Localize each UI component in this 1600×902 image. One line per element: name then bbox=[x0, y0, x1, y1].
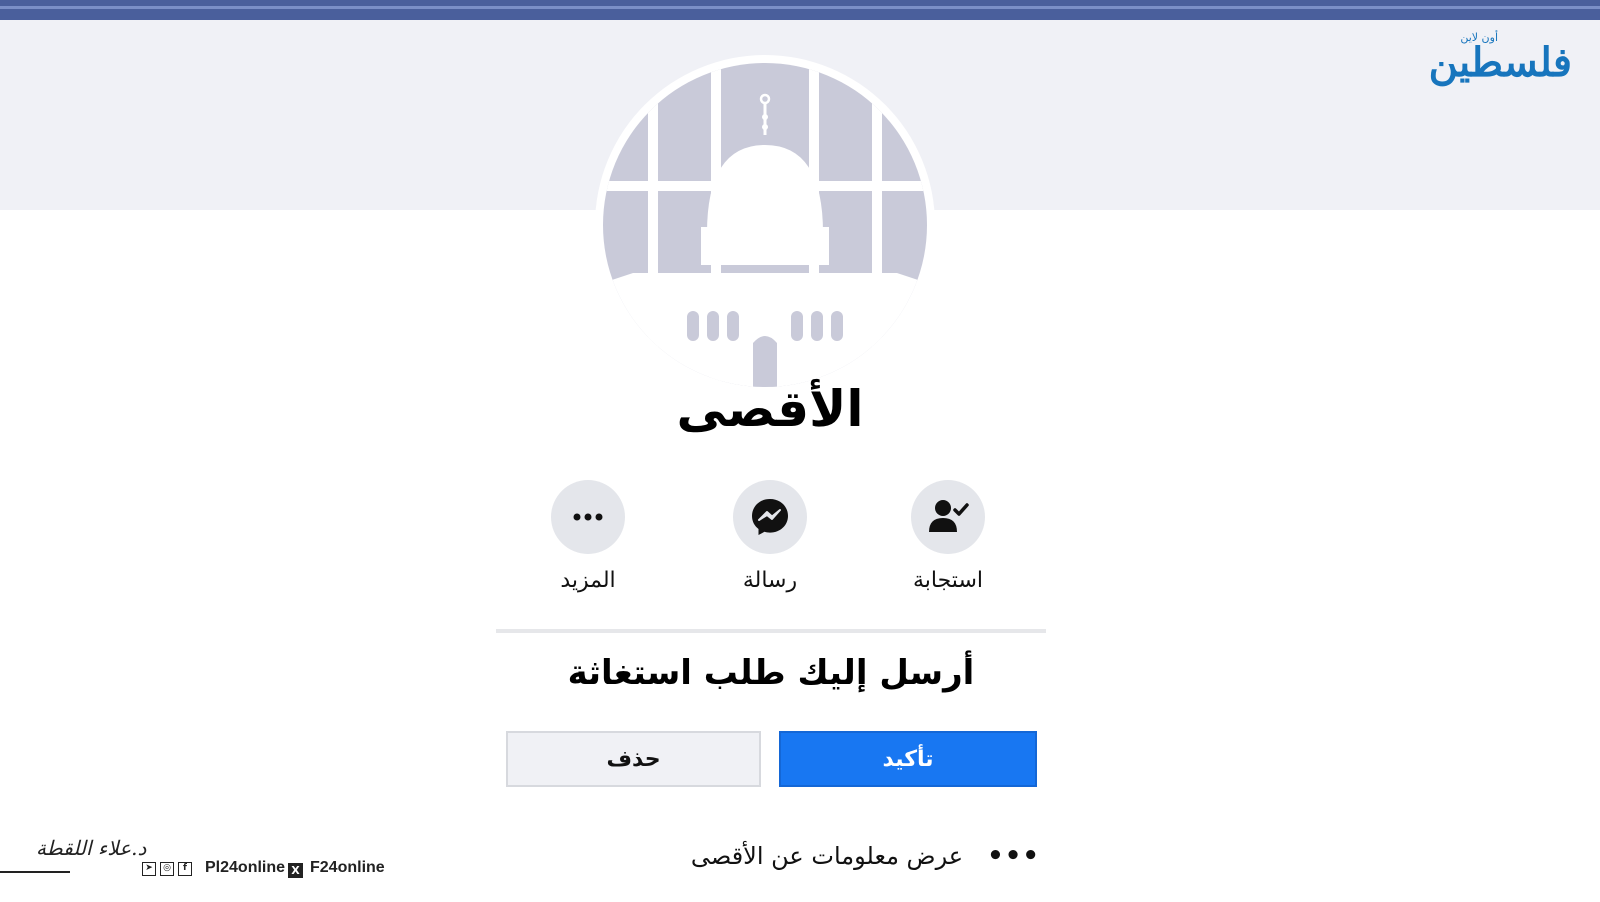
artist-signature: د.علاء اللقطة bbox=[0, 826, 146, 876]
top-bar bbox=[0, 0, 1600, 20]
instagram-icon: ◎ bbox=[160, 862, 174, 876]
respond-circle[interactable] bbox=[911, 480, 985, 554]
messenger-icon bbox=[752, 499, 788, 535]
info-dots-icon: ••• bbox=[987, 841, 1040, 871]
info-text: عرض معلومات عن الأقصى bbox=[690, 842, 964, 870]
respond-button[interactable]: استجابة bbox=[868, 480, 1028, 593]
facebook-icon: f bbox=[178, 862, 192, 876]
confirm-button[interactable]: تأكيد bbox=[779, 731, 1037, 787]
person-check-icon bbox=[929, 500, 969, 532]
x-icon: X bbox=[288, 863, 303, 878]
signature-text: د.علاء اللقطة bbox=[36, 836, 147, 860]
social-handle-primary: Pl24online bbox=[205, 859, 286, 876]
social-icons: ➤ ◎ f bbox=[142, 862, 192, 876]
profile-name: الأقصى bbox=[676, 380, 864, 438]
more-circle[interactable] bbox=[551, 480, 625, 554]
brand-logo: أون لاين فلسطين bbox=[1428, 25, 1580, 95]
message-circle[interactable] bbox=[733, 480, 807, 554]
message-button[interactable]: رسالة bbox=[690, 480, 850, 593]
more-label: المزيد bbox=[560, 568, 616, 593]
delete-button[interactable]: حذف bbox=[506, 731, 761, 787]
more-dots-icon bbox=[573, 513, 603, 521]
profile-avatar[interactable] bbox=[595, 55, 935, 395]
section-divider bbox=[496, 629, 1046, 633]
top-bar-stripe bbox=[0, 6, 1600, 9]
logo-title: فلسطين bbox=[1428, 39, 1572, 86]
telegram-icon: ➤ bbox=[142, 862, 156, 876]
social-handle-x: F24online bbox=[310, 859, 385, 876]
more-button[interactable]: المزيد bbox=[508, 480, 668, 593]
view-info-link[interactable]: ••• عرض معلومات عن الأقصى bbox=[691, 842, 1040, 870]
signature-underline bbox=[0, 871, 70, 873]
message-label: رسالة bbox=[742, 568, 798, 593]
footer-credits: د.علاء اللقطة ➤ ◎ f Pl24online X F24onli… bbox=[0, 826, 400, 878]
respond-label: استجابة bbox=[912, 568, 983, 593]
request-message: أرسل إليك طلب استغاثة bbox=[567, 653, 975, 693]
dome-of-rock-icon bbox=[603, 63, 927, 387]
